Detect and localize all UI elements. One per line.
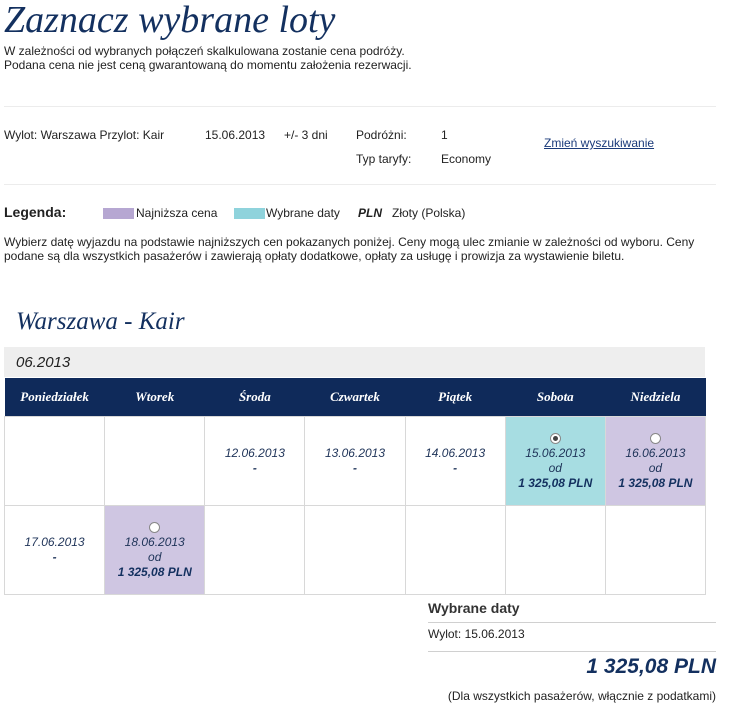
lowest-price-swatch xyxy=(103,208,134,219)
cell-date: 17.06.2013 xyxy=(24,535,85,549)
calendar-day-cell: 17.06.2013- xyxy=(3,505,106,595)
cell-date: 15.06.2013 xyxy=(525,446,586,460)
calendar-empty-cell xyxy=(504,505,606,595)
cell-date: 16.06.2013 xyxy=(625,446,686,460)
month-label: 06.2013 xyxy=(16,354,71,371)
price-note: (Dla wszystkich pasażerów, włącznie z po… xyxy=(447,689,716,703)
calendar-empty-cell xyxy=(404,505,506,595)
price-from-label: od xyxy=(148,550,162,564)
no-price-dash: - xyxy=(352,461,357,475)
cell-date: 12.06.2013 xyxy=(224,446,285,460)
travelers-value: 1 xyxy=(441,128,448,142)
day-header: Poniedziałek xyxy=(4,378,105,417)
summary-departure: Wylot: 15.06.2013 xyxy=(428,627,525,641)
month-bar: 06.2013 xyxy=(4,347,705,377)
no-price-dash: - xyxy=(52,550,57,564)
divider xyxy=(4,184,716,185)
radio-selected[interactable] xyxy=(549,433,561,445)
cell-price: 1 325,08 PLN xyxy=(518,476,593,490)
calendar-day-cell[interactable]: 18.06.2013 od 1 325,08 PLN xyxy=(104,505,206,595)
search-flex: +/- 3 dni xyxy=(284,128,328,142)
fare-label: Typ taryfy: xyxy=(356,152,412,166)
no-price-dash: - xyxy=(252,461,257,475)
divider xyxy=(4,106,716,107)
day-header: Środa xyxy=(204,378,305,417)
calendar-empty-cell xyxy=(204,505,306,595)
calendar-table: Poniedziałek Wtorek Środa Czwartek Piątek Sob… xyxy=(3,378,707,595)
intro-text: W zależności od wybranych połączeń skalk… xyxy=(4,44,412,72)
route-title: Warszawa - Kair xyxy=(16,308,185,335)
cell-date: 14.06.2013 xyxy=(425,446,486,460)
calendar-week-row: 12.06.2013-13.06.2013-14.06.2013-15.06.2… xyxy=(3,416,707,506)
calendar-week-row: 17.06.2013-18.06.2013 od 1 325,08 PLN xyxy=(3,505,707,595)
calendar-empty-cell xyxy=(104,416,206,506)
currency-name: Złoty (Polska) xyxy=(392,206,466,220)
calendar-header-row: Poniedziałek Wtorek Środa Czwartek Piątek Sob… xyxy=(4,378,706,417)
intro-line-1: W zależności od wybranych połączeń skalk… xyxy=(4,44,405,58)
cell-price: 1 325,08 PLN xyxy=(618,476,693,490)
no-price-dash: - xyxy=(453,461,458,475)
day-header: Czwartek xyxy=(304,378,406,417)
intro-line-2: Podana cena nie jest ceną gwarantowaną d… xyxy=(4,58,412,72)
day-header: Niedziela xyxy=(605,378,706,417)
summary-divider xyxy=(428,622,716,623)
travelers-label: Podróżni: xyxy=(356,128,407,142)
calendar-body: 12.06.2013-13.06.2013-14.06.2013-15.06.2… xyxy=(3,416,707,595)
change-search-link[interactable]: Zmień wyszukiwanie xyxy=(544,136,654,150)
cell-date: 13.06.2013 xyxy=(324,446,386,460)
summary-title: Wybrane daty xyxy=(428,600,520,616)
calendar-day-cell: 12.06.2013- xyxy=(204,416,306,506)
price-from-label: od xyxy=(648,461,663,475)
page-title: Zaznacz wybrane loty xyxy=(4,0,336,41)
search-route: Wylot: Warszawa Przylot: Kair xyxy=(4,128,165,142)
calendar-empty-cell xyxy=(3,416,106,506)
summary-divider xyxy=(428,651,716,652)
cell-date: 18.06.2013 xyxy=(124,535,185,549)
total-price: 1 325,08 PLN xyxy=(586,655,716,678)
calendar-empty-cell xyxy=(604,505,707,595)
lowest-price-label: Najniższa cena xyxy=(136,206,218,220)
selected-dates-swatch xyxy=(234,208,265,219)
cell-price: 1 325,08 PLN xyxy=(117,565,192,579)
search-date: 15.06.2013 xyxy=(205,128,266,142)
day-header: Piątek xyxy=(405,378,506,417)
calendar-day-cell[interactable]: 15.06.2013 od 1 325,08 PLN xyxy=(504,416,606,506)
calendar-empty-cell xyxy=(304,505,406,595)
selected-dates-label: Wybrane daty xyxy=(266,206,340,220)
radio-button[interactable] xyxy=(649,433,661,445)
day-header: Sobota xyxy=(505,378,606,417)
fare-value: Economy xyxy=(441,152,492,166)
radio-button[interactable] xyxy=(149,522,161,534)
day-header: Wtorek xyxy=(104,378,205,417)
calendar-day-cell: 14.06.2013- xyxy=(404,416,506,506)
calendar-day-cell[interactable]: 16.06.2013 od 1 325,08 PLN xyxy=(604,416,707,506)
calendar-day-cell: 13.06.2013- xyxy=(304,416,406,506)
currency-code: PLN xyxy=(358,206,382,220)
price-from-label: od xyxy=(548,461,562,475)
legend-title: Legenda: xyxy=(4,204,67,220)
instructions-text: Wybierz datę wyjazdu na podstawie najniż… xyxy=(4,235,695,263)
